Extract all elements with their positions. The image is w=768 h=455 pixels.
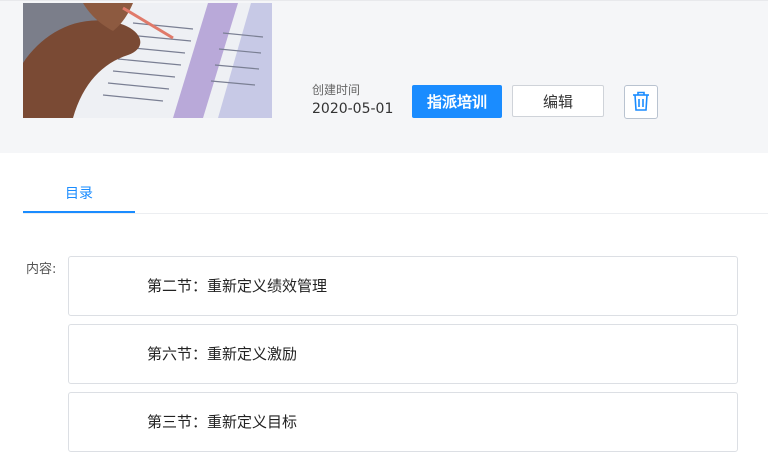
- delete-button[interactable]: [624, 85, 658, 119]
- tab-catalog[interactable]: 目录: [23, 170, 135, 213]
- created-time-label: 创建时间: [312, 83, 361, 97]
- list-item-label: 第三节：重新定义目标: [147, 413, 298, 431]
- course-header: 创建时间 2020-05-01 指派培训 编辑: [0, 0, 768, 153]
- tab-bar: 目录: [23, 170, 768, 214]
- trash-icon: [632, 91, 650, 114]
- list-item[interactable]: 第三节：重新定义目标: [68, 392, 738, 452]
- list-item-label: 第二节：重新定义绩效管理: [147, 277, 328, 295]
- course-cover-image: [23, 3, 272, 118]
- assign-training-button[interactable]: 指派培训: [412, 85, 502, 118]
- list-item[interactable]: 第六节：重新定义激励: [68, 324, 738, 384]
- edit-button[interactable]: 编辑: [512, 85, 604, 117]
- created-time-value: 2020-05-01: [312, 101, 394, 117]
- content-label: 内容:: [26, 262, 57, 277]
- list-item[interactable]: 第二节：重新定义绩效管理: [68, 256, 738, 316]
- list-item-label: 第六节：重新定义激励: [147, 345, 298, 363]
